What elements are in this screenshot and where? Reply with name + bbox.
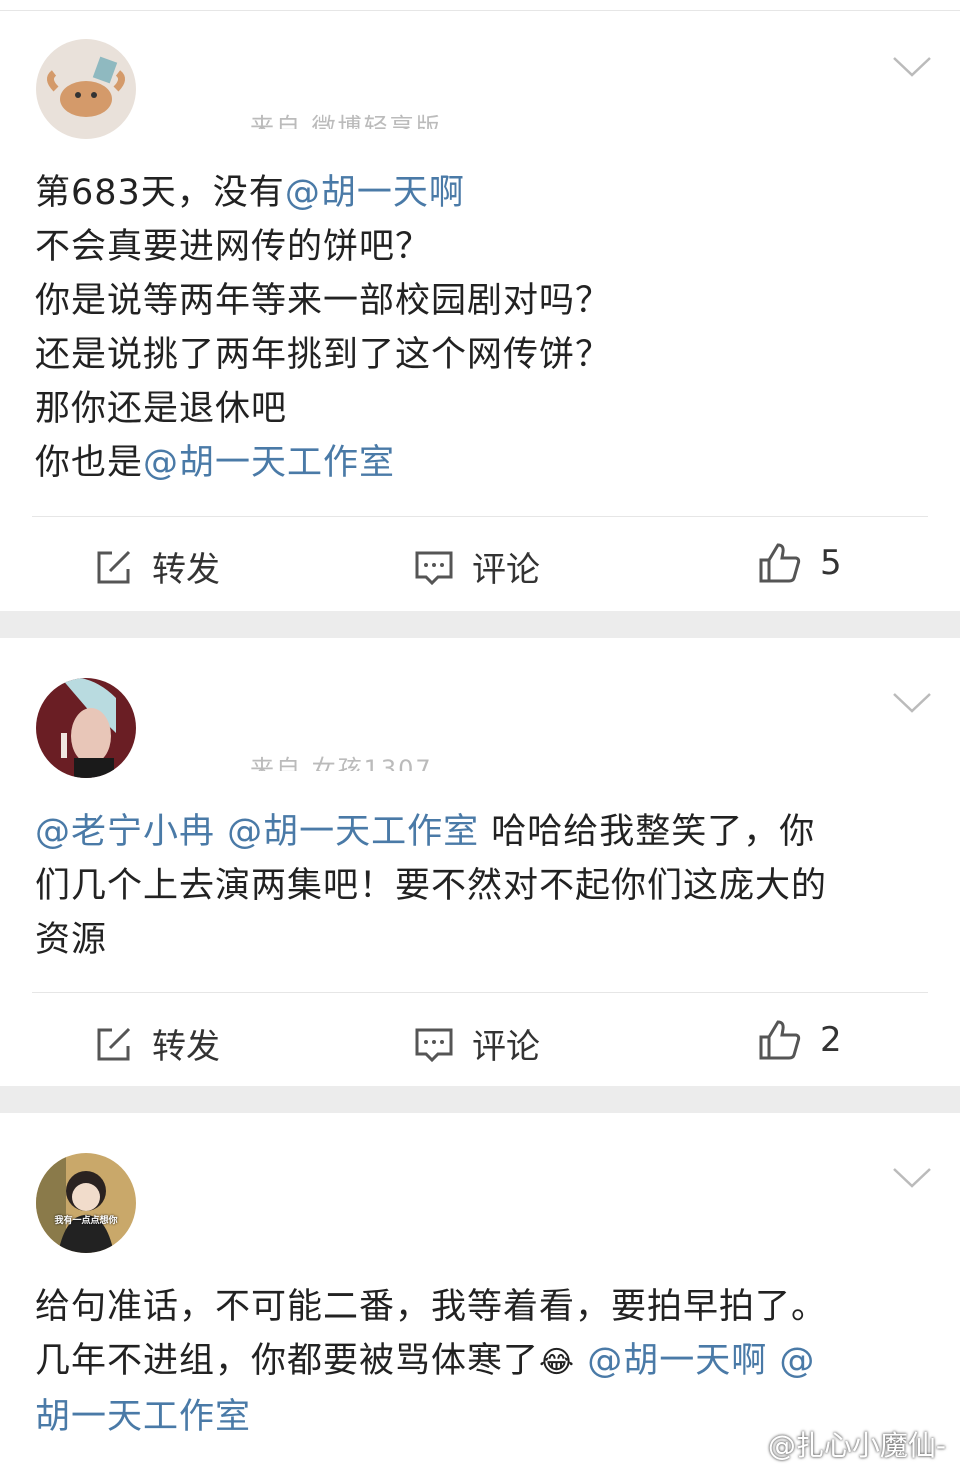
repost-label: 转发 [152, 1027, 220, 1067]
post-text: @老宁小冉 @胡一天工作室 哈哈给我整笑了，你 们几个上去演两集吧！要不然对不起… [35, 805, 827, 967]
text-line: 胡一天工作室 [35, 1390, 827, 1444]
watermark: @扎心小魔仙- [728, 1424, 946, 1464]
avatar[interactable]: 我有一点点想你 [36, 1153, 136, 1253]
repost-icon [97, 550, 131, 583]
avatar-caption: 我有一点点想你 [54, 1216, 118, 1226]
post-card-2: 来自 女孩1307 @老宁小冉 @胡一天工作室 哈哈给我整笑了，你 们几个上去演… [0, 638, 960, 1086]
text-line: 那你还是退休吧 [35, 382, 611, 436]
text-line: 不会真要进网传的饼吧？ [35, 220, 611, 274]
text-segment: 们几个上去演两集吧！要不然对不起你们这庞大的 [35, 866, 828, 906]
text-segment: 几年不进组，你都要被骂体寒了 [35, 1341, 540, 1381]
avatar[interactable] [36, 39, 136, 139]
comment-icon [415, 1028, 453, 1062]
divider [32, 516, 928, 517]
mention-link[interactable]: @胡一天啊 @ [575, 1341, 815, 1381]
weibo-logo-icon [728, 1432, 761, 1458]
text-segment: 还是说挑了两年挑到了这个网传饼？ [35, 335, 612, 375]
mention-link[interactable]: @老宁小冉 @胡一天工作室 [35, 812, 479, 852]
like-count: 5 [820, 543, 842, 583]
repost-button[interactable]: 转发 [94, 1019, 220, 1068]
post-card-1: 来自 微博轻享版 第683天，没有@胡一天啊 不会真要进网传的饼吧？ 你是说等两… [0, 11, 960, 611]
repost-icon [97, 1027, 131, 1060]
post-source: 来自 微博轻享版 [250, 113, 442, 129]
text-line: 你是说等两年等来一部校园剧对吗？ [35, 274, 611, 328]
text-line: @老宁小冉 @胡一天工作室 哈哈给我整笑了，你 [35, 805, 827, 859]
text-line: 资源 [35, 913, 827, 967]
mention-link[interactable]: 胡一天工作室 [35, 1397, 251, 1437]
text-segment: 哈哈给我整笑了，你 [479, 812, 816, 852]
comment-label: 评论 [472, 550, 540, 590]
text-line: 第683天，没有@胡一天啊 [35, 166, 611, 220]
comment-label: 评论 [472, 1027, 540, 1067]
text-segment: 不会真要进网传的饼吧？ [35, 227, 432, 267]
text-segment: 你也是 [35, 443, 144, 483]
text-line: 几年不进组，你都要被骂体寒了😂 @胡一天啊 @ [35, 1334, 827, 1390]
thumbs-up-icon [759, 1020, 801, 1060]
repost-label: 转发 [152, 550, 220, 590]
chevron-down-icon[interactable] [892, 1166, 932, 1190]
text-segment: 那你还是退休吧 [35, 389, 288, 429]
like-button[interactable]: 5 [758, 542, 842, 584]
like-button[interactable]: 2 [758, 1019, 842, 1061]
text-segment: 资源 [35, 920, 108, 960]
text-segment: 给句准话，不可能二番，我等着看，要拍早拍了。 [35, 1287, 828, 1327]
like-count: 2 [820, 1020, 842, 1060]
chevron-down-icon[interactable] [892, 691, 932, 715]
text-segment: 你是说等两年等来一部校园剧对吗？ [35, 281, 612, 321]
text-segment: 第683天，没有 [35, 173, 285, 213]
thumbs-up-icon [759, 543, 801, 583]
watermark-text: @扎心小魔仙- [767, 1429, 946, 1462]
post-source: 来自 女孩1307 [250, 755, 433, 771]
mention-link[interactable]: @胡一天工作室 [143, 443, 395, 483]
text-line: 给句准话，不可能二番，我等着看，要拍早拍了。 [35, 1280, 827, 1334]
text-line: 还是说挑了两年挑到了这个网传饼？ [35, 328, 611, 382]
comment-icon [415, 551, 453, 585]
divider [32, 992, 928, 993]
laughing-emoji-icon: 😂 [539, 1345, 576, 1380]
avatar[interactable] [36, 678, 136, 778]
chevron-down-icon[interactable] [892, 55, 932, 79]
repost-button[interactable]: 转发 [94, 542, 220, 591]
mention-link[interactable]: @胡一天啊 [285, 173, 465, 213]
post-card-3: 我有一点点想你 给句准话，不可能二番，我等着看，要拍早拍了。 几年不进组，你都要… [0, 1113, 960, 1472]
top-bar-edge [0, 0, 960, 11]
comment-button[interactable]: 评论 [414, 1019, 540, 1068]
post-text: 给句准话，不可能二番，我等着看，要拍早拍了。 几年不进组，你都要被骂体寒了😂 @… [35, 1280, 827, 1444]
text-line: 们几个上去演两集吧！要不然对不起你们这庞大的 [35, 859, 827, 913]
post-text: 第683天，没有@胡一天啊 不会真要进网传的饼吧？ 你是说等两年等来一部校园剧对… [35, 166, 611, 490]
text-line: 你也是@胡一天工作室 [35, 436, 611, 490]
comment-button[interactable]: 评论 [414, 542, 540, 591]
